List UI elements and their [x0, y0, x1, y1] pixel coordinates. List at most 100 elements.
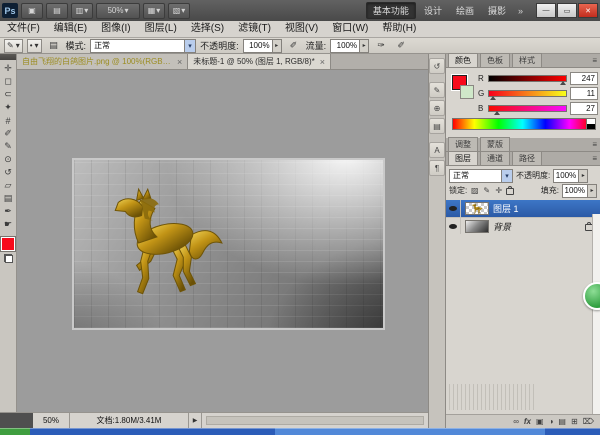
layer-group-icon[interactable]: ▤: [558, 417, 566, 426]
workspace-design[interactable]: 设计: [418, 3, 448, 18]
tab-swatches[interactable]: 色板: [480, 53, 510, 67]
layer-blend-mode-dropdown[interactable]: 正常 ▾: [449, 169, 513, 183]
canvas-area[interactable]: [17, 70, 428, 412]
clone-source-panel-icon[interactable]: ⊕: [429, 100, 445, 116]
layer-mask-icon[interactable]: ▣: [536, 417, 544, 426]
lock-transparent-pixels-icon[interactable]: ▨: [470, 186, 479, 195]
layer-thumbnail[interactable]: [465, 202, 489, 215]
menu-help[interactable]: 帮助(H): [375, 21, 423, 37]
menu-layer[interactable]: 图层(L): [138, 21, 184, 37]
marquee-tool[interactable]: ◻: [0, 75, 16, 88]
lock-all-icon[interactable]: [506, 188, 514, 195]
windows-taskbar-strip[interactable]: [0, 428, 600, 435]
tab-styles[interactable]: 样式: [512, 53, 542, 67]
visibility-toggle[interactable]: [446, 218, 461, 235]
background-color-swatch[interactable]: [460, 85, 474, 99]
flow-input[interactable]: 100% ▸: [330, 39, 369, 53]
spinner-arrow-icon[interactable]: ▸: [578, 170, 587, 182]
close-icon[interactable]: ×: [177, 57, 182, 67]
menu-file[interactable]: 文件(F): [0, 21, 47, 37]
menu-view[interactable]: 视图(V): [278, 21, 325, 37]
canvas-image[interactable]: [72, 158, 385, 330]
eraser-tool[interactable]: ▱: [0, 179, 16, 192]
lock-position-icon[interactable]: ✛: [494, 186, 503, 195]
menu-image[interactable]: 图像(I): [94, 21, 137, 37]
brush-preset-picker[interactable]: • ▾: [27, 39, 42, 53]
gradient-tool[interactable]: ▤: [0, 192, 16, 205]
workspace-essentials[interactable]: 基本功能: [366, 2, 416, 19]
layer-thumbnail[interactable]: [465, 220, 489, 233]
link-layers-icon[interactable]: ∞: [513, 417, 519, 426]
layer-list-empty-area[interactable]: [446, 234, 600, 414]
tab-paths[interactable]: 路径: [512, 151, 542, 165]
layer-name[interactable]: 图层 1: [493, 202, 519, 215]
toolbox-header[interactable]: [0, 54, 16, 60]
tab-adjustments[interactable]: 调整: [448, 137, 478, 151]
red-slider[interactable]: [488, 75, 567, 82]
panel-scrollbar[interactable]: [592, 214, 600, 414]
eyedropper-tool[interactable]: ✐: [0, 127, 16, 140]
quick-selection-tool[interactable]: ✦: [0, 101, 16, 114]
document-tab-dove[interactable]: 自由飞翔的白鸽图片.png @ 100%(RGB/8)* ×: [17, 54, 188, 69]
lasso-tool[interactable]: ⊂: [0, 88, 16, 101]
spinner-arrow-icon[interactable]: ▸: [359, 40, 368, 52]
workspace-painting[interactable]: 绘画: [450, 3, 480, 18]
airbrush-icon[interactable]: ✑: [373, 39, 389, 53]
tablet-pressure-size-icon[interactable]: ✐: [393, 39, 409, 53]
status-zoom-input[interactable]: 50%: [33, 413, 70, 428]
menu-select[interactable]: 选择(S): [184, 21, 231, 37]
new-layer-icon[interactable]: ⊞: [571, 417, 578, 426]
spinner-arrow-icon[interactable]: ▸: [587, 185, 596, 197]
pen-tool[interactable]: ✒: [0, 205, 16, 218]
crop-tool[interactable]: #: [0, 114, 16, 127]
clone-stamp-tool[interactable]: ⊙: [0, 153, 16, 166]
restore-button[interactable]: ▭: [557, 3, 577, 18]
lock-image-pixels-icon[interactable]: ✎: [482, 186, 491, 195]
info-panel-icon[interactable]: ▤: [429, 118, 445, 134]
adjustment-layer-icon[interactable]: ◑: [549, 417, 554, 426]
panel-menu-icon[interactable]: ≡: [592, 138, 597, 151]
close-icon[interactable]: ×: [320, 57, 325, 67]
zoom-level-control[interactable]: 50% ▾: [96, 3, 140, 19]
character-panel-icon[interactable]: A: [429, 142, 445, 158]
delete-layer-icon[interactable]: ⌦: [583, 417, 594, 426]
spinner-arrow-icon[interactable]: ▸: [272, 40, 281, 52]
tablet-pressure-opacity-icon[interactable]: ✐: [286, 39, 302, 53]
tab-channels[interactable]: 通道: [480, 151, 510, 165]
layer-fill-input[interactable]: 100% ▸: [562, 184, 597, 198]
tool-preset-picker[interactable]: ✎ ▾: [4, 39, 23, 53]
blue-slider[interactable]: [488, 105, 567, 112]
hand-tool[interactable]: ☛: [0, 218, 16, 231]
launch-bridge-icon[interactable]: ▣: [21, 3, 43, 19]
workspace-photography[interactable]: 摄影: [482, 3, 512, 18]
tab-masks[interactable]: 蒙版: [480, 137, 510, 151]
document-tab-untitled[interactable]: 未标题-1 @ 50% (图层 1, RGB/8)* ×: [188, 54, 331, 69]
tab-layers[interactable]: 图层: [448, 151, 478, 165]
blend-mode-dropdown[interactable]: 正常 ▾: [90, 39, 196, 53]
panel-menu-icon[interactable]: ≡: [592, 54, 597, 67]
visibility-toggle[interactable]: [446, 200, 461, 217]
opacity-input[interactable]: 100% ▸: [243, 39, 282, 53]
layer-opacity-input[interactable]: 100% ▸: [553, 169, 588, 183]
status-options-arrow-icon[interactable]: ▶: [189, 413, 202, 428]
minimize-button[interactable]: —: [536, 3, 556, 18]
brush-panel-icon[interactable]: ✎: [429, 82, 445, 98]
history-panel-icon[interactable]: ↺: [429, 58, 445, 74]
zoom-tool-icon[interactable]: ▥ ▾: [71, 3, 93, 19]
menu-filter[interactable]: 滤镜(T): [231, 21, 278, 37]
layer-name[interactable]: 背景: [493, 220, 511, 233]
toggle-brush-panel-icon[interactable]: ▤: [46, 39, 62, 53]
layer-style-icon[interactable]: fx: [524, 417, 531, 426]
menu-window[interactable]: 窗口(W): [325, 21, 375, 37]
arrange-documents-icon[interactable]: ▦ ▾: [143, 3, 165, 19]
red-value-input[interactable]: 247: [570, 72, 598, 85]
blue-value-input[interactable]: 27: [570, 102, 598, 115]
color-spectrum-ramp[interactable]: [452, 118, 596, 130]
horizontal-scrollbar[interactable]: [206, 416, 424, 425]
tab-color[interactable]: 颜色: [448, 53, 478, 67]
foreground-color-swatch[interactable]: [1, 237, 15, 251]
menu-edit[interactable]: 编辑(E): [47, 21, 94, 37]
green-value-input[interactable]: 11: [570, 87, 598, 100]
view-extras-icon[interactable]: ▤: [46, 3, 68, 19]
screen-mode-icon[interactable]: ▧ ▾: [168, 3, 190, 19]
